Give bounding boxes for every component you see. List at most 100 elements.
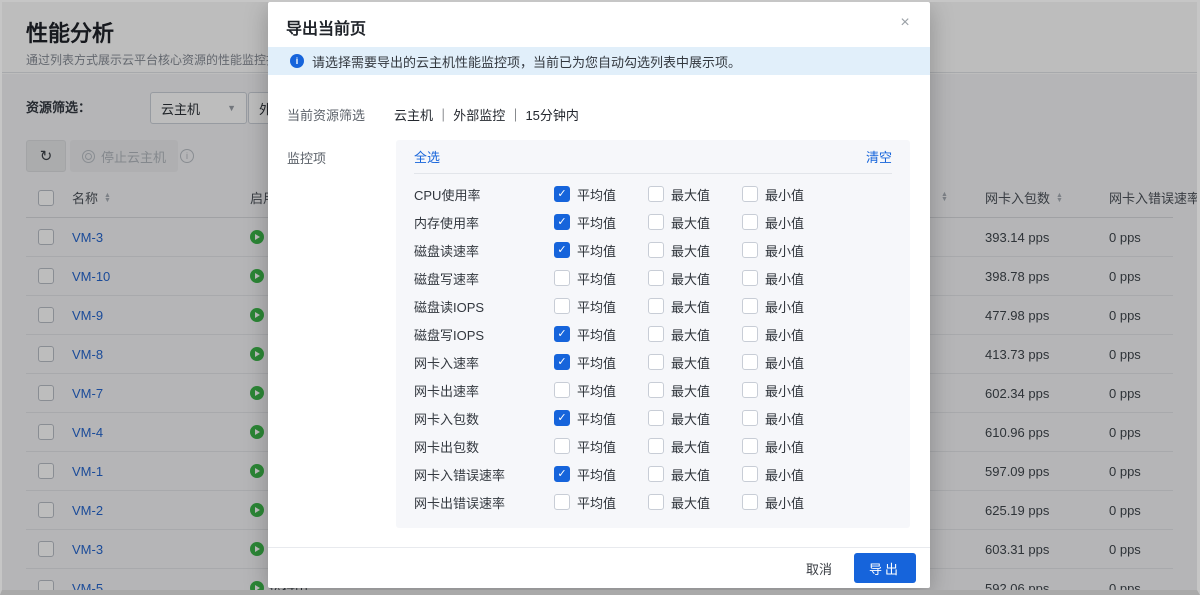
avg-checkbox[interactable]: ✓	[554, 410, 570, 426]
max-checkbox[interactable]	[648, 270, 664, 286]
min-checkbox-group[interactable]: 最小值	[742, 213, 836, 232]
min-checkbox[interactable]	[742, 382, 758, 398]
min-checkbox[interactable]	[742, 186, 758, 202]
avg-checkbox-group[interactable]: 平均值	[554, 493, 648, 512]
avg-checkbox-group[interactable]: ✓平均值	[554, 409, 648, 428]
max-checkbox-group[interactable]: 最大值	[648, 185, 742, 204]
min-checkbox[interactable]	[742, 214, 758, 230]
min-checkbox[interactable]	[742, 410, 758, 426]
max-label: 最大值	[671, 241, 710, 260]
min-checkbox[interactable]	[742, 298, 758, 314]
avg-checkbox-group[interactable]: ✓平均值	[554, 465, 648, 484]
avg-checkbox[interactable]: ✓	[554, 186, 570, 202]
metric-name: 磁盘写速率	[414, 269, 554, 288]
cancel-button[interactable]: 取消	[806, 559, 832, 578]
avg-checkbox[interactable]	[554, 438, 570, 454]
min-checkbox-group[interactable]: 最小值	[742, 381, 836, 400]
min-checkbox[interactable]	[742, 438, 758, 454]
max-checkbox-group[interactable]: 最大值	[648, 297, 742, 316]
metric-row: 磁盘写IOPS ✓平均值 最大值 最小值	[414, 320, 892, 348]
metric-name: 磁盘写IOPS	[414, 325, 554, 344]
min-checkbox[interactable]	[742, 242, 758, 258]
avg-checkbox-group[interactable]: 平均值	[554, 297, 648, 316]
min-checkbox-group[interactable]: 最小值	[742, 493, 836, 512]
max-checkbox-group[interactable]: 最大值	[648, 213, 742, 232]
avg-checkbox[interactable]: ✓	[554, 242, 570, 258]
max-checkbox-group[interactable]: 最大值	[648, 241, 742, 260]
current-filter-value: 云主机 ｜ 外部监控 ｜ 15分钟内	[394, 105, 579, 124]
max-label: 最大值	[671, 381, 710, 400]
max-checkbox[interactable]	[648, 298, 664, 314]
max-label: 最大值	[671, 269, 710, 288]
avg-checkbox[interactable]	[554, 382, 570, 398]
min-checkbox-group[interactable]: 最小值	[742, 409, 836, 428]
max-checkbox-group[interactable]: 最大值	[648, 381, 742, 400]
export-button[interactable]: 导出	[854, 553, 916, 583]
avg-checkbox-group[interactable]: ✓ 平均值	[554, 353, 648, 372]
max-checkbox[interactable]	[648, 214, 664, 230]
max-checkbox[interactable]	[648, 326, 664, 342]
avg-checkbox-group[interactable]: 平均值	[554, 381, 648, 400]
avg-checkbox-group[interactable]: ✓平均值	[554, 325, 648, 344]
max-checkbox[interactable]	[648, 494, 664, 510]
min-label: 最小值	[765, 213, 804, 232]
metric-row: 磁盘读IOPS 平均值 最大值 最小值	[414, 292, 892, 320]
max-checkbox-group[interactable]: 最大值	[648, 353, 742, 372]
max-checkbox[interactable]	[648, 186, 664, 202]
min-label: 最小值	[765, 325, 804, 344]
close-icon[interactable]: ×	[894, 12, 916, 34]
avg-checkbox[interactable]: ✓	[554, 466, 570, 482]
min-label: 最小值	[765, 381, 804, 400]
metric-row: 网卡入包数 ✓平均值 最大值 最小值	[414, 404, 892, 432]
max-checkbox-group[interactable]: 最大值	[648, 325, 742, 344]
avg-checkbox[interactable]: ✓	[554, 326, 570, 342]
clear-link[interactable]: 清空	[866, 147, 892, 166]
metric-name: 网卡入错误速率	[414, 465, 554, 484]
avg-checkbox[interactable]	[554, 270, 570, 286]
avg-checkbox-group[interactable]: ✓平均值	[554, 213, 648, 232]
avg-checkbox[interactable]: ✓	[554, 354, 570, 370]
max-checkbox-group[interactable]: 最大值	[648, 269, 742, 288]
max-checkbox[interactable]	[648, 354, 664, 370]
avg-label: 平均值	[577, 297, 616, 316]
min-checkbox-group[interactable]: 最小值	[742, 325, 836, 344]
avg-checkbox-group[interactable]: 平均值	[554, 269, 648, 288]
min-checkbox-group[interactable]: 最小值	[742, 465, 836, 484]
min-checkbox-group[interactable]: 最小值	[742, 269, 836, 288]
min-checkbox-group[interactable]: 最小值	[742, 437, 836, 456]
min-checkbox[interactable]	[742, 326, 758, 342]
avg-checkbox[interactable]	[554, 298, 570, 314]
min-checkbox[interactable]	[742, 354, 758, 370]
max-checkbox[interactable]	[648, 438, 664, 454]
min-checkbox-group[interactable]: 最小值	[742, 185, 836, 204]
avg-checkbox-group[interactable]: ✓ 平均值	[554, 241, 648, 260]
max-checkbox-group[interactable]: 最大值	[648, 409, 742, 428]
avg-checkbox[interactable]	[554, 494, 570, 510]
max-checkbox[interactable]	[648, 466, 664, 482]
max-checkbox[interactable]	[648, 382, 664, 398]
metric-name: 内存使用率	[414, 213, 554, 232]
min-checkbox-group[interactable]: 最小值	[742, 297, 836, 316]
avg-label: 平均值	[577, 353, 616, 372]
min-checkbox[interactable]	[742, 270, 758, 286]
max-checkbox-group[interactable]: 最大值	[648, 465, 742, 484]
max-checkbox[interactable]	[648, 410, 664, 426]
avg-label: 平均值	[577, 493, 616, 512]
max-checkbox-group[interactable]: 最大值	[648, 493, 742, 512]
avg-checkbox[interactable]: ✓	[554, 214, 570, 230]
min-label: 最小值	[765, 353, 804, 372]
min-checkbox-group[interactable]: 最小值	[742, 353, 836, 372]
min-checkbox[interactable]	[742, 494, 758, 510]
max-checkbox[interactable]	[648, 242, 664, 258]
metric-name: 网卡入包数	[414, 409, 554, 428]
min-checkbox[interactable]	[742, 466, 758, 482]
min-checkbox-group[interactable]: 最小值	[742, 241, 836, 260]
dialog-footer: 取消 导出	[268, 547, 930, 588]
avg-label: 平均值	[577, 437, 616, 456]
max-label: 最大值	[671, 325, 710, 344]
select-all-link[interactable]: 全选	[414, 147, 440, 166]
avg-checkbox-group[interactable]: ✓平均值	[554, 185, 648, 204]
max-checkbox-group[interactable]: 最大值	[648, 437, 742, 456]
avg-label: 平均值	[577, 241, 616, 260]
avg-checkbox-group[interactable]: 平均值	[554, 437, 648, 456]
